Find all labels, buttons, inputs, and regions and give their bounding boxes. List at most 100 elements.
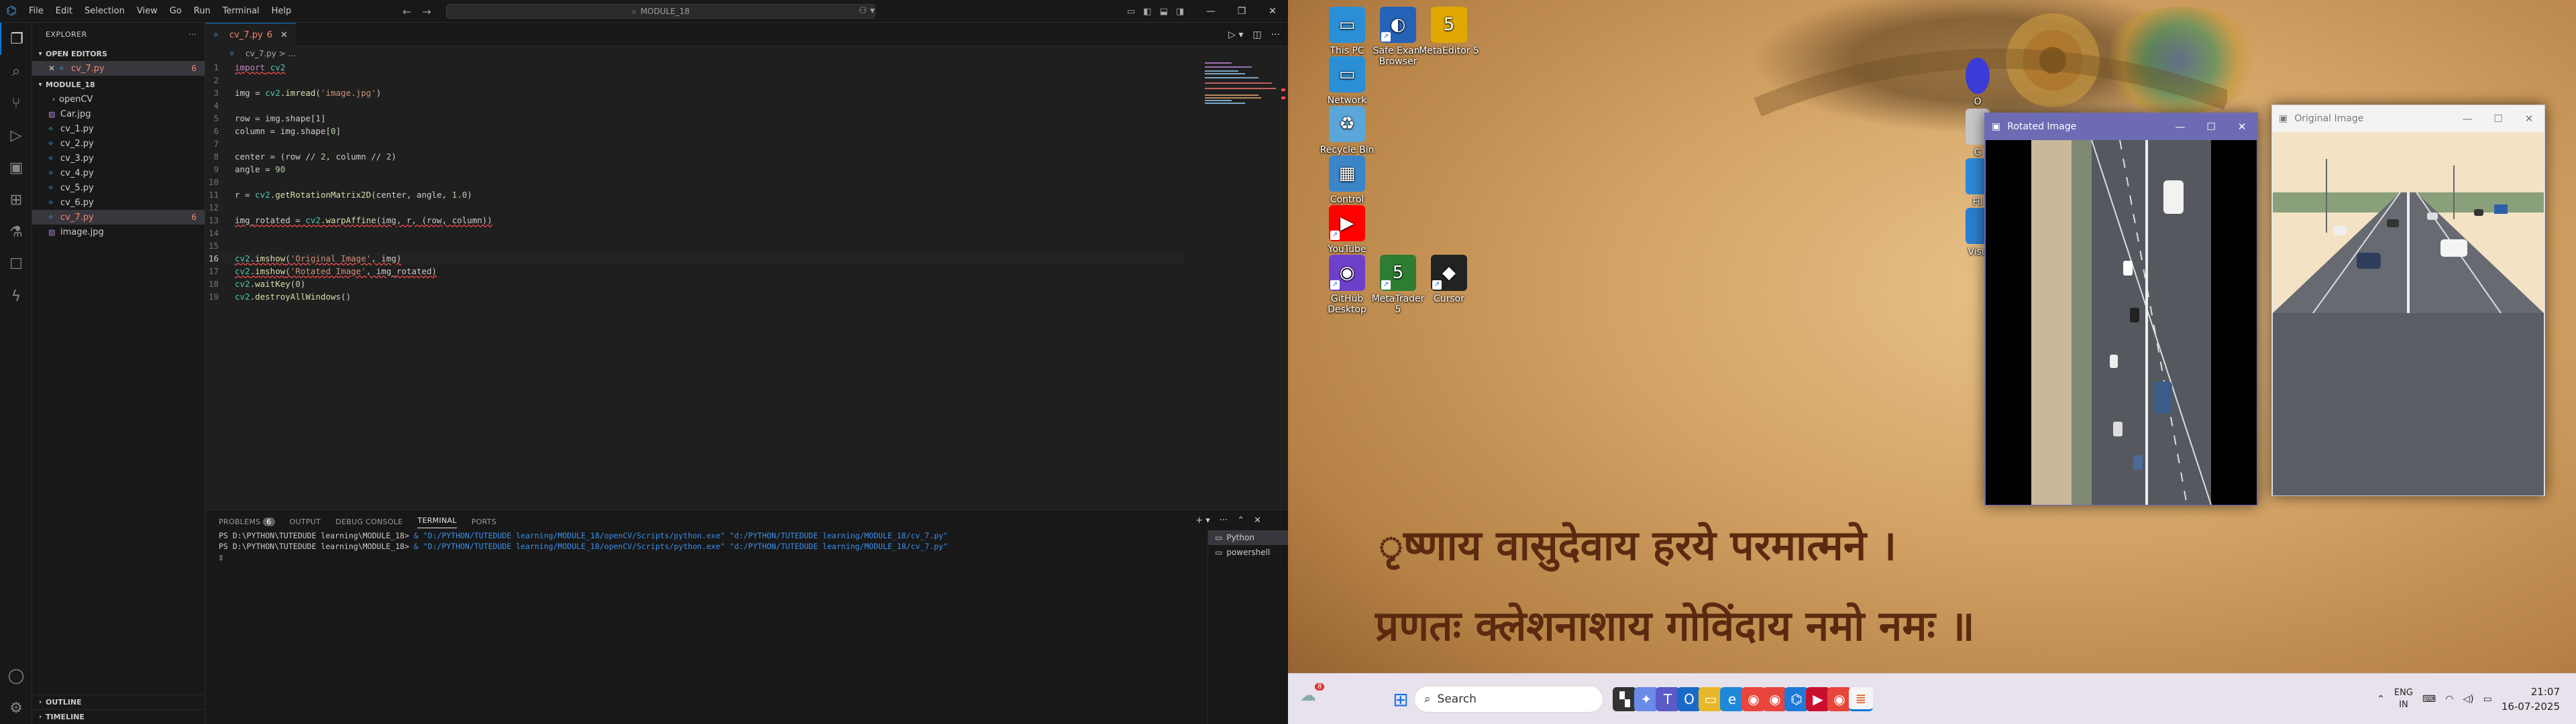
tab-output[interactable]: OUTPUT: [290, 518, 321, 526]
more-actions-icon[interactable]: ···: [1220, 516, 1228, 526]
tab-cv-7[interactable]: ⟡ cv_7.py 6 ✕: [205, 23, 296, 46]
file-explorer-icon[interactable]: ▭: [1699, 687, 1723, 711]
source-control-icon[interactable]: ⑂: [0, 87, 32, 119]
close-editor-icon[interactable]: ✕: [48, 64, 55, 73]
explorer-file-cv_3-py[interactable]: ⟡ cv_3.py: [32, 151, 205, 166]
menu-file[interactable]: File: [23, 0, 50, 23]
account-icon[interactable]: ◯: [0, 660, 32, 692]
copilot-icon[interactable]: ⚇ ▾: [859, 5, 875, 16]
wifi-icon[interactable]: ◠: [2445, 694, 2453, 705]
clock[interactable]: 21:07 16-07-2025: [2502, 684, 2560, 714]
weather-widget[interactable]: ☁ 8: [1300, 683, 1327, 713]
code-line[interactable]: 7: [205, 137, 1185, 150]
code-line[interactable]: 9 angle = 90: [205, 163, 1185, 176]
explorer-file-cv_5-py[interactable]: ⟡ cv_5.py: [32, 180, 205, 195]
scrollbar-error-markers[interactable]: [1279, 83, 1288, 110]
run-python-file-icon[interactable]: ▷ ▾: [1228, 29, 1243, 40]
code-line[interactable]: 12: [205, 201, 1185, 214]
outline-section[interactable]: › OUTLINE: [32, 695, 205, 709]
youtube-music-icon[interactable]: ▶: [1806, 687, 1830, 711]
code-line[interactable]: 19 cv2.destroyAllWindows(): [205, 290, 1185, 303]
explorer-file-opencv[interactable]: › openCV: [32, 92, 205, 107]
more-actions-icon[interactable]: ···: [1271, 29, 1280, 40]
menu-go[interactable]: Go: [164, 0, 188, 23]
code-line[interactable]: 4: [205, 99, 1185, 112]
code-line[interactable]: 6 column = img.shape[0]: [205, 125, 1185, 137]
more-actions-icon[interactable]: ···: [189, 30, 197, 39]
menu-terminal[interactable]: Terminal: [217, 0, 266, 23]
tab-ports[interactable]: PORTS: [472, 518, 496, 526]
taskbar-search[interactable]: ⌕ Search: [1414, 686, 1603, 713]
code-line[interactable]: 15: [205, 239, 1185, 252]
breadcrumb[interactable]: ⟡ cv_7.py > ...: [205, 46, 1288, 61]
menu-run[interactable]: Run: [188, 0, 217, 23]
new-terminal-icon[interactable]: + ▾: [1195, 516, 1210, 526]
code-editor[interactable]: 1 import cv2 2 3 img = cv2.imread('image.jpg…: [205, 61, 1185, 303]
terminal-item-python[interactable]: ▭ Python: [1208, 530, 1288, 545]
teams-icon[interactable]: T: [1656, 687, 1680, 711]
timeline-section[interactable]: › TIMELINE: [32, 709, 205, 724]
explorer-file-cv_7-py[interactable]: ⟡ cv_7.py 6: [32, 210, 205, 225]
desktop-icon-recycle-bin[interactable]: ♻ Recycle Bin: [1316, 102, 1378, 156]
minimize-icon[interactable]: —: [1195, 0, 1226, 23]
code-line[interactable]: 5 row = img.shape[1]: [205, 112, 1185, 125]
explorer-file-image-jpg[interactable]: ▨ image.jpg: [32, 225, 205, 239]
explorer-icon[interactable]: ❐: [0, 23, 32, 55]
extensions-icon[interactable]: ⊞: [0, 184, 32, 216]
code-line[interactable]: 18 cv2.waitKey(0): [205, 278, 1185, 290]
maximize-icon[interactable]: ☐: [2483, 105, 2514, 132]
terminal-item-powershell[interactable]: ▭ powershell: [1208, 545, 1288, 560]
chrome-alt-icon[interactable]: ◉: [1827, 687, 1851, 711]
opencv-python-taskbar-icon[interactable]: ≣: [1849, 687, 1873, 711]
desktop-icon-partial[interactable]: O: [1964, 54, 1991, 107]
explorer-file-cv_2-py[interactable]: ⟡ cv_2.py: [32, 136, 205, 151]
run-debug-icon[interactable]: ▷: [0, 119, 32, 152]
code-line[interactable]: 16 cv2.imshow('Original Image', img): [205, 252, 1185, 265]
settings-gear-icon[interactable]: ⚙: [0, 692, 32, 724]
code-line[interactable]: 3 img = cv2.imread('image.jpg'): [205, 86, 1185, 99]
language-indicator[interactable]: ENG IN: [2394, 687, 2413, 711]
explorer-file-cv_1-py[interactable]: ⟡ cv_1.py: [32, 121, 205, 136]
code-line[interactable]: 2: [205, 74, 1185, 86]
minimize-icon[interactable]: —: [2452, 105, 2483, 132]
code-line[interactable]: 10: [205, 176, 1185, 188]
chrome-profile-icon[interactable]: ◉: [1763, 687, 1787, 711]
code-line[interactable]: 17 cv2.imshow('Rotated Image', img_rotate…: [205, 265, 1185, 278]
rotated-image-window[interactable]: ▣ Rotated Image — ☐ ✕: [1984, 113, 2258, 505]
battery-icon[interactable]: ▭: [2483, 694, 2492, 705]
tab-debug-console[interactable]: DEBUG CONSOLE: [335, 518, 402, 526]
folder-section[interactable]: ▾ MODULE_18: [32, 77, 205, 92]
close-panel-icon[interactable]: ✕: [1254, 516, 1261, 526]
search-view-icon[interactable]: ⌕: [0, 55, 32, 87]
tab-close-icon[interactable]: ✕: [280, 30, 288, 40]
maximize-panel-icon[interactable]: ⌃: [1237, 516, 1244, 526]
start-windows-icon[interactable]: ⊞: [1389, 687, 1413, 711]
minimize-icon[interactable]: —: [2165, 113, 2196, 140]
chat-icon[interactable]: ☐: [0, 248, 32, 280]
menu-view[interactable]: View: [131, 0, 164, 23]
forward-arrow-icon[interactable]: →: [422, 5, 431, 18]
desktop-icon-metaeditor-5[interactable]: 5 MetaEditor 5: [1418, 3, 1480, 56]
code-line[interactable]: 1 import cv2: [205, 61, 1185, 74]
toggle-secondary-sidebar-icon[interactable]: ◨: [1176, 7, 1184, 17]
close-icon[interactable]: ✕: [2514, 105, 2544, 132]
chrome-icon[interactable]: ◉: [1741, 687, 1766, 711]
toggle-panel-icon[interactable]: ⬓: [1160, 7, 1168, 17]
menu-edit[interactable]: Edit: [50, 0, 78, 23]
vscode-taskbar-icon[interactable]: ⌬: [1784, 687, 1809, 711]
explorer-file-cv_4-py[interactable]: ⟡ cv_4.py: [32, 166, 205, 180]
close-icon[interactable]: ✕: [2226, 113, 2257, 140]
maximize-icon[interactable]: ☐: [2196, 113, 2226, 140]
close-icon[interactable]: ✕: [1257, 0, 1288, 23]
task-view-icon[interactable]: ▚: [1613, 687, 1637, 711]
minimap[interactable]: [1205, 61, 1279, 115]
edge-icon[interactable]: e: [1720, 687, 1744, 711]
command-center[interactable]: ⌕ MODULE_18: [446, 4, 875, 19]
remote-explorer-icon[interactable]: ▣: [0, 152, 32, 184]
terminal-output[interactable]: PS D:\PYTHON\TUTEDUDE learning\MODULE_18…: [219, 530, 1212, 562]
code-line[interactable]: 11 r = cv2.getRotationMatrix2D(center, an…: [205, 188, 1185, 201]
split-editor-icon[interactable]: ◫: [1252, 29, 1261, 40]
toggle-sidebar-icon[interactable]: ◧: [1143, 7, 1151, 17]
layout-customize-icon[interactable]: ▭: [1127, 7, 1135, 17]
chevron-up-icon[interactable]: ⌃: [2377, 694, 2385, 705]
